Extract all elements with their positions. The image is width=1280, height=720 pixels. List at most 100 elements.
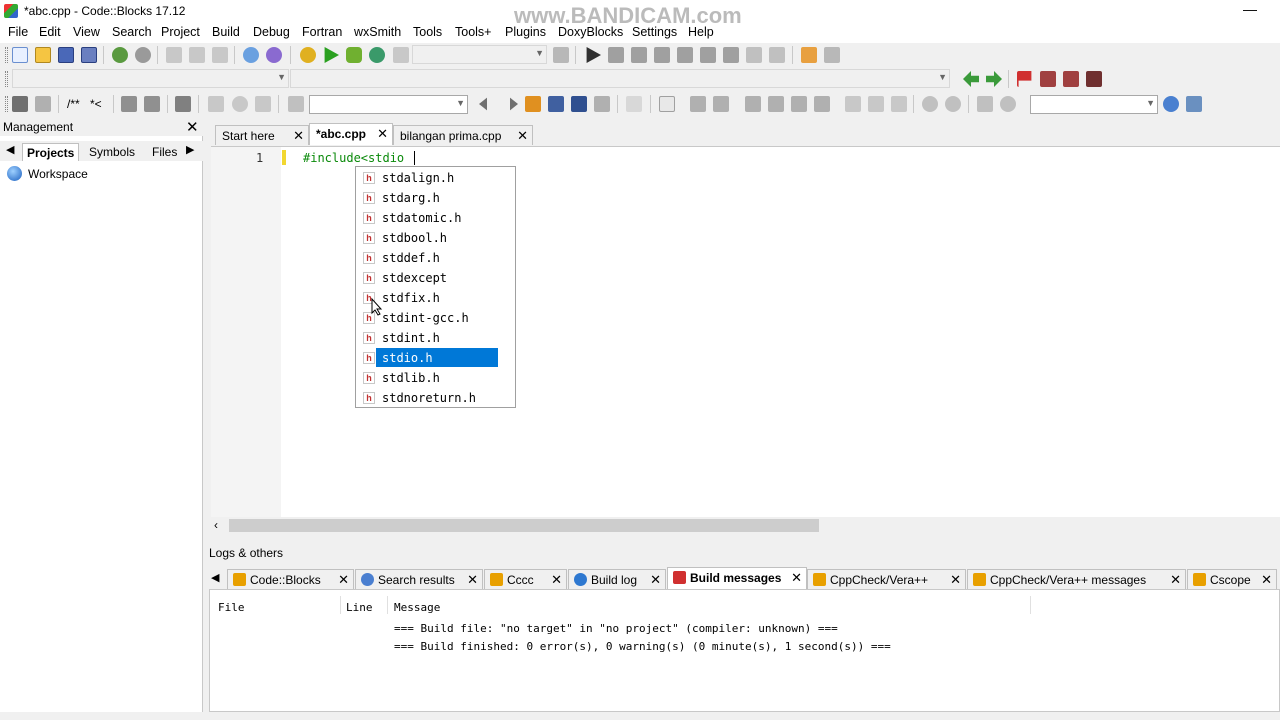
step-instruction-icon[interactable] — [723, 47, 739, 63]
c-tool-icon[interactable] — [1000, 96, 1016, 112]
pause-icon[interactable] — [746, 47, 762, 63]
chm-help-icon[interactable] — [144, 96, 160, 112]
text-tool-icon[interactable] — [713, 96, 729, 112]
log-tab[interactable]: Build log ✕ — [568, 569, 666, 589]
redo-icon[interactable] — [135, 47, 151, 63]
scrollbar-thumb[interactable] — [229, 519, 819, 532]
minimize-button[interactable]: — — [1240, 1, 1260, 17]
match-case-icon[interactable] — [571, 96, 587, 112]
autocomplete-item[interactable]: h stdalign.h — [356, 168, 515, 188]
selected-text-only-icon[interactable] — [548, 96, 564, 112]
show-select-target-icon[interactable] — [553, 47, 569, 63]
autocomplete-item[interactable]: h stdbool.h — [356, 228, 515, 248]
menu-edit[interactable]: Edit — [39, 25, 61, 39]
save-icon[interactable] — [58, 47, 74, 63]
close-icon[interactable]: ✕ — [551, 572, 562, 588]
run-icon[interactable] — [324, 47, 339, 63]
log-tab[interactable]: CppCheck/Vera++ messages ✕ — [967, 569, 1186, 589]
shape-4-icon[interactable] — [814, 96, 830, 112]
log-tab[interactable]: Build messages ✕ — [667, 567, 807, 589]
autocomplete-item[interactable]: h stdarg.h — [356, 188, 515, 208]
zoom-out-icon[interactable] — [945, 96, 961, 112]
log-tab-scroll-left-icon[interactable]: ◀ — [211, 571, 219, 584]
menu-tools-plus[interactable]: Tools+ — [455, 25, 491, 39]
tab-scroll-left-icon[interactable]: ◀ — [6, 143, 14, 156]
close-icon[interactable]: ✕ — [338, 572, 349, 588]
menu-view[interactable]: View — [73, 25, 100, 39]
jump-forward-icon[interactable] — [986, 71, 1002, 87]
previous-bookmark-icon[interactable] — [1040, 71, 1056, 87]
clear-bookmarks-icon[interactable] — [1086, 71, 1102, 87]
close-icon[interactable]: ✕ — [1170, 572, 1181, 588]
autocomplete-item[interactable]: h stdnoreturn.h — [356, 388, 515, 408]
next-jump-icon[interactable] — [255, 96, 271, 112]
new-file-icon[interactable] — [12, 47, 28, 63]
scroll-left-icon[interactable]: ‹ — [214, 518, 218, 532]
log-tab[interactable]: Cccc ✕ — [484, 569, 567, 589]
shape-7-icon[interactable] — [891, 96, 907, 112]
menu-plugins[interactable]: Plugins — [505, 25, 546, 39]
shape-6-icon[interactable] — [868, 96, 884, 112]
column-file[interactable]: File — [218, 601, 245, 614]
export-icon[interactable] — [35, 96, 51, 112]
tab-scroll-right-icon[interactable]: ▶ — [186, 143, 194, 156]
step-into-icon[interactable] — [654, 47, 670, 63]
log-tab[interactable]: CppCheck/Vera++ ✕ — [807, 569, 966, 589]
copy-icon[interactable] — [189, 47, 205, 63]
run-to-cursor-icon[interactable] — [608, 47, 624, 63]
paste-icon[interactable] — [212, 47, 228, 63]
close-icon[interactable]: ✕ — [950, 572, 961, 588]
prev-jump-icon[interactable] — [208, 96, 224, 112]
menu-search[interactable]: Search — [112, 25, 152, 39]
tab-bilangan-prima[interactable]: bilangan prima.cpp ✕ — [393, 125, 533, 145]
shape-1-icon[interactable] — [745, 96, 761, 112]
shape-2-icon[interactable] — [768, 96, 784, 112]
symbol-settings-icon[interactable] — [1186, 96, 1202, 112]
autocomplete-item[interactable]: h stdlib.h — [356, 368, 515, 388]
log-tab[interactable]: Code::Blocks ✕ — [227, 569, 354, 589]
toggle-bookmark-icon[interactable] — [1017, 71, 1032, 87]
symbol-search-icon[interactable] — [1163, 96, 1179, 112]
menu-help[interactable]: Help — [688, 25, 714, 39]
build-target-select[interactable]: ▼ — [412, 45, 547, 64]
code-line[interactable]: #include<stdio — [303, 151, 404, 165]
zoom-in-icon[interactable] — [922, 96, 938, 112]
jump-back-icon[interactable] — [963, 71, 979, 87]
close-icon[interactable]: ✕ — [650, 572, 661, 588]
shape-5-icon[interactable] — [845, 96, 861, 112]
menu-doxyblocks[interactable]: DoxyBlocks — [558, 25, 623, 39]
close-icon[interactable]: ✕ — [1261, 572, 1272, 588]
stop-debug-icon[interactable] — [769, 47, 785, 63]
tab-symbols[interactable]: Symbols — [85, 143, 139, 161]
autocomplete-item[interactable]: h stdio.h — [356, 348, 515, 368]
next-bookmark-icon[interactable] — [1063, 71, 1079, 87]
function-select[interactable]: ▼ — [290, 69, 950, 88]
build-gear-icon[interactable] — [300, 47, 316, 63]
wrench-icon[interactable] — [175, 96, 191, 112]
log-tab[interactable]: Search results ✕ — [355, 569, 483, 589]
replace-icon[interactable] — [266, 47, 282, 63]
abort-icon[interactable] — [393, 47, 409, 63]
next-line-icon[interactable] — [631, 47, 647, 63]
tab-start-here[interactable]: Start here ✕ — [215, 125, 309, 145]
search-next-icon[interactable] — [510, 97, 518, 111]
close-icon[interactable]: ✕ — [293, 128, 304, 144]
toolbar-grip[interactable] — [5, 96, 8, 112]
editor-horizontal-scrollbar[interactable]: ‹ — [211, 517, 1280, 534]
menu-build[interactable]: Build — [212, 25, 240, 39]
highlight-icon[interactable] — [525, 96, 541, 112]
close-icon[interactable]: ✕ — [467, 572, 478, 588]
save-all-icon[interactable] — [81, 47, 97, 63]
menu-project[interactable]: Project — [161, 25, 200, 39]
printer-icon[interactable] — [12, 96, 28, 112]
bullet-icon[interactable] — [232, 96, 248, 112]
s-tool-icon[interactable] — [977, 96, 993, 112]
toolbar-grip[interactable] — [5, 47, 8, 63]
regex-icon[interactable] — [594, 96, 610, 112]
log-message[interactable]: === Build file: "no target" in "no proje… — [394, 622, 838, 635]
tab-abc-cpp[interactable]: *abc.cpp ✕ — [309, 123, 393, 145]
menu-debug[interactable]: Debug — [253, 25, 290, 39]
menu-file[interactable]: File — [8, 25, 28, 39]
shape-3-icon[interactable] — [791, 96, 807, 112]
step-out-icon[interactable] — [677, 47, 693, 63]
